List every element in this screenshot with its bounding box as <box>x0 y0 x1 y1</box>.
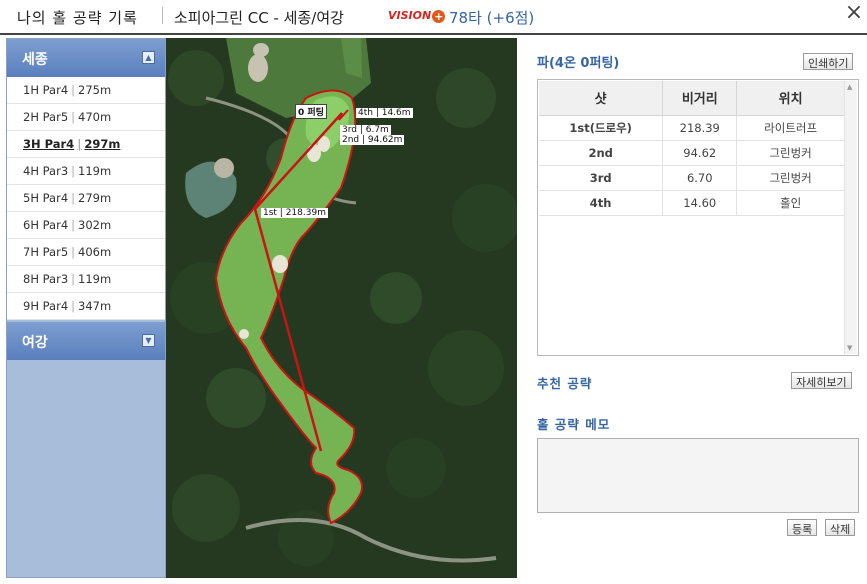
hole-distance: 347m <box>78 299 112 313</box>
location-cell: 그린벙커 <box>736 165 845 191</box>
hole-item[interactable]: 2H Par5 | 470m <box>7 104 165 131</box>
delete-button[interactable]: 삭제 <box>825 519 856 536</box>
memo-title: 홀 공략 메모 <box>537 417 611 432</box>
register-button[interactable]: 등록 <box>787 519 818 536</box>
scroll-up-icon[interactable]: ▲ <box>847 83 855 91</box>
page-title: 나의 홀 공략 기록 <box>17 9 138 27</box>
title-divider <box>162 7 163 24</box>
shot-cell: 2nd <box>539 140 664 166</box>
table-scrollbar[interactable]: ▲ ▼ <box>844 81 857 354</box>
hole-distance: 297m <box>84 137 121 151</box>
distance-cell: 94.62 <box>662 140 738 166</box>
shot-cell: 3rd <box>539 165 664 191</box>
hole-divider: | <box>71 191 76 205</box>
table-row: 1st(드로우) 218.39 라이트러프 <box>539 115 845 141</box>
shot-cell: 1st(드로우) <box>539 115 664 141</box>
title-bar: 나의 홀 공략 기록 소피아그린 CC - 세종/여강 VISION + 78타 … <box>0 0 867 35</box>
distance-cell: 218.39 <box>662 115 738 141</box>
shot-4-label: 4th | 14.6m <box>356 108 413 118</box>
distance-cell: 6.70 <box>662 165 738 191</box>
vision-plus-icon: + <box>432 10 446 23</box>
hole-name: 2H Par5 <box>23 110 69 124</box>
hole-distance: 275m <box>78 83 112 97</box>
hole-divider: | <box>71 245 76 259</box>
hole-distance: 302m <box>78 218 112 232</box>
location-cell: 라이트러프 <box>736 115 845 141</box>
hole-name: 4H Par3 <box>23 164 69 178</box>
putt-label: 0 퍼팅 <box>295 104 327 119</box>
hole-name: 6H Par4 <box>23 218 69 232</box>
column-header: 비거리 <box>662 81 738 116</box>
hole-name: 7H Par5 <box>23 245 69 259</box>
expand-icon[interactable]: ▼ <box>142 334 155 347</box>
column-header: 위치 <box>736 81 845 116</box>
hole-list: 1H Par4 | 275m 2H Par5 | 470m 3H Par4 | 297m 4H P… <box>7 77 165 320</box>
shot-cell: 4th <box>539 190 664 216</box>
course-map-svg <box>166 38 517 578</box>
vision-logo: VISION + <box>388 9 446 23</box>
shot-3-label: 3rd | 6.7m <box>340 125 391 135</box>
hole-divider: | <box>71 218 76 232</box>
score-text: 78타 (+6점) <box>449 9 535 27</box>
hole-item[interactable]: 8H Par3 | 119m <box>7 266 165 293</box>
hole-name: 3H Par4 <box>23 137 75 151</box>
bunker <box>214 158 234 178</box>
column-header: 샷 <box>539 81 664 116</box>
hole-item[interactable]: 3H Par4 | 297m <box>7 131 165 158</box>
hole-divider: | <box>77 137 82 151</box>
scroll-down-icon[interactable]: ▼ <box>847 344 855 352</box>
collapse-icon[interactable]: ▲ <box>142 51 155 64</box>
print-button[interactable]: 인쇄하기 <box>803 53 854 70</box>
shot-1-label: 1st | 218.39m <box>261 208 328 218</box>
hole-name: 9H Par4 <box>23 299 69 313</box>
course-name: 소피아그린 CC - 세종/여강 <box>174 9 344 27</box>
location-cell: 그린벙커 <box>736 140 845 166</box>
hole-distance: 119m <box>78 164 112 178</box>
hole-item[interactable]: 6H Par4 | 302m <box>7 212 165 239</box>
hole-item[interactable]: 5H Par4 | 279m <box>7 185 165 212</box>
hole-item[interactable]: 1H Par4 | 275m <box>7 77 165 104</box>
close-icon[interactable]: × <box>843 2 865 24</box>
bunker <box>248 54 268 82</box>
hole-divider: | <box>71 299 76 313</box>
bunker <box>253 43 269 57</box>
hole-distance: 279m <box>78 191 112 205</box>
hole-name: 1H Par4 <box>23 83 69 97</box>
hole-map: 0 퍼팅 4th | 14.6m 3rd | 6.7m 2nd | 94.62m… <box>166 38 517 578</box>
recommend-title: 추천 공략 <box>537 376 593 391</box>
hole-item[interactable]: 7H Par5 | 406m <box>7 239 165 266</box>
shot-table: 샷 비거리 위치 1st(드로우) 218.39 라이트러프 2nd 94.62 그린벙커… <box>539 81 845 216</box>
hole-distance: 119m <box>78 272 112 286</box>
section-header-sejong[interactable]: 세종 ▲ <box>7 39 165 77</box>
shot-2-label: 2nd | 94.62m <box>340 135 405 145</box>
distance-cell: 14.60 <box>662 190 738 216</box>
hole-distance: 470m <box>78 110 112 124</box>
hole-name: 8H Par3 <box>23 272 69 286</box>
hole-divider: | <box>71 272 76 286</box>
hole-divider: | <box>71 110 76 124</box>
hole-name: 5H Par4 <box>23 191 69 205</box>
table-row: 2nd 94.62 그린벙커 <box>539 140 845 166</box>
hole-divider: | <box>71 164 76 178</box>
hole-divider: | <box>71 83 76 97</box>
hole-item[interactable]: 9H Par4 | 347m <box>7 293 165 320</box>
location-cell: 홀인 <box>736 190 845 216</box>
result-title: 파(4온 0퍼팅) <box>537 56 620 71</box>
fairway-bunker <box>272 255 288 273</box>
memo-textarea[interactable] <box>537 438 859 513</box>
table-row: 4th 14.60 홀인 <box>539 190 845 216</box>
detail-button[interactable]: 자세히보기 <box>791 372 852 389</box>
fairway-bunker <box>239 329 249 339</box>
table-row: 3rd 6.70 그린벙커 <box>539 165 845 191</box>
section-label-sejong: 세종 <box>22 52 48 68</box>
section-header-yeogang[interactable]: 여강 ▼ <box>7 322 165 360</box>
hole-item[interactable]: 4H Par3 | 119m <box>7 158 165 185</box>
hole-sidebar: 세종 ▲ 1H Par4 | 275m 2H Par5 | 470m 3H Par4 | 297… <box>6 38 166 578</box>
shot-table-box: 샷 비거리 위치 1st(드로우) 218.39 라이트러프 2nd 94.62 그린벙커… <box>537 79 859 356</box>
section-label-yeogang: 여강 <box>22 335 48 351</box>
hole-distance: 406m <box>78 245 112 259</box>
